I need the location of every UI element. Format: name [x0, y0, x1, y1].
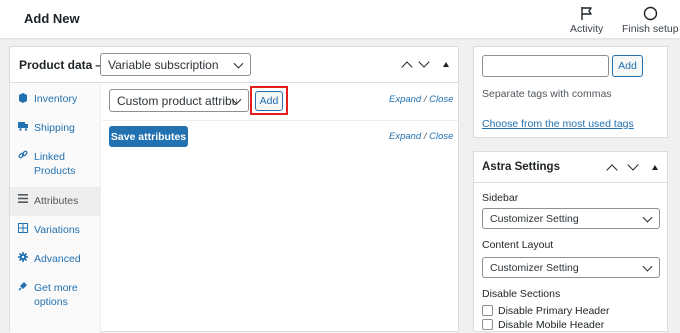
activity-label: Activity — [570, 23, 604, 35]
disable-mobile-header-checkbox[interactable] — [482, 319, 493, 330]
content-layout-select-value: Customizer Setting — [490, 261, 579, 274]
tab-label: Advanced — [34, 253, 81, 265]
tab-shipping[interactable]: Shipping — [10, 121, 101, 135]
tab-linked-products[interactable]: Linked Products — [10, 150, 101, 178]
tags-help-text: Separate tags with commas — [482, 88, 612, 100]
astra-settings-header: Astra Settings — [474, 152, 667, 183]
attribute-type-select[interactable]: Custom product attribute — [109, 89, 249, 112]
expand-close-links: Expand / Close — [389, 94, 453, 105]
plug-icon — [18, 281, 30, 295]
list-icon — [18, 194, 30, 207]
product-data-panel: Product data — Variable subscription Inv… — [9, 46, 459, 333]
tab-label: Linked Products — [34, 151, 76, 177]
sidebar-select-value: Customizer Setting — [490, 212, 579, 225]
tab-variations[interactable]: Variations — [10, 223, 101, 237]
link-separator: / — [423, 94, 427, 105]
close-link[interactable]: Close — [429, 94, 453, 105]
activity-button[interactable]: Activity — [570, 5, 603, 35]
tag-input[interactable] — [482, 55, 609, 77]
disable-mobile-header-label: Disable Mobile Header — [498, 319, 605, 331]
content-layout-select[interactable]: Customizer Setting — [482, 257, 660, 278]
product-tags-box: Add Separate tags with commas Choose fro… — [473, 46, 668, 138]
product-type-select[interactable]: Variable subscription — [100, 53, 251, 76]
chevron-down-icon — [418, 56, 430, 68]
chevron-down-icon — [233, 58, 244, 69]
gear-icon — [18, 252, 30, 266]
triangle-up-icon — [652, 165, 658, 170]
choose-most-used-tags-link[interactable]: Choose from the most used tags — [482, 118, 634, 130]
disable-primary-header-checkbox[interactable] — [482, 305, 493, 316]
content-layout-label: Content Layout — [482, 239, 554, 251]
close-link[interactable]: Close — [429, 131, 453, 142]
tab-label: Get more options — [34, 282, 78, 308]
tab-label: Attributes — [34, 195, 79, 207]
save-attributes-button[interactable]: Save attributes — [109, 126, 188, 147]
expand-link[interactable]: Expand — [389, 94, 421, 105]
move-up-button[interactable] — [401, 60, 413, 73]
flag-icon — [580, 5, 594, 21]
product-data-title: Product data — — [19, 58, 108, 72]
tab-attributes[interactable]: Attributes — [10, 187, 101, 216]
toggle-panel-button[interactable] — [652, 165, 662, 175]
move-down-button[interactable] — [418, 56, 430, 68]
chevron-down-icon — [642, 261, 653, 272]
tab-get-more-options[interactable]: Get more options — [10, 281, 101, 309]
sidebar-select[interactable]: Customizer Setting — [482, 208, 660, 229]
divider — [102, 120, 458, 121]
chevron-down-icon — [642, 212, 653, 223]
disable-sections-label: Disable Sections — [482, 288, 561, 300]
tab-inventory[interactable]: Inventory — [10, 92, 101, 107]
add-tag-button[interactable]: Add — [612, 55, 643, 77]
circle-progress-icon — [643, 5, 658, 21]
toggle-panel-button[interactable] — [443, 62, 453, 72]
tab-advanced[interactable]: Advanced — [10, 252, 101, 266]
sidebar-label: Sidebar — [482, 192, 519, 204]
disable-primary-header-label: Disable Primary Header — [498, 305, 610, 317]
expand-close-links-bottom: Expand / Close — [389, 131, 453, 142]
move-down-button[interactable] — [627, 159, 639, 171]
product-data-tabs: Inventory Shipping Linked Products Attri… — [10, 83, 101, 333]
tab-label: Variations — [34, 224, 80, 236]
grid-icon — [18, 223, 30, 237]
move-up-button[interactable] — [606, 163, 618, 176]
chevron-up-icon — [606, 164, 618, 176]
chevron-up-icon — [401, 61, 413, 73]
chevron-down-icon — [627, 159, 639, 171]
attribute-type-value: Custom product attribute — [117, 93, 237, 108]
triangle-up-icon — [443, 62, 449, 67]
page-title: Add New — [24, 11, 80, 26]
top-bar: Add New Activity Finish setup — [0, 0, 680, 38]
shipping-truck-icon — [18, 121, 30, 135]
tab-label: Inventory — [34, 93, 78, 105]
product-type-value: Variable subscription — [108, 57, 219, 72]
finish-setup-button[interactable]: Finish setup — [622, 5, 679, 35]
link-icon — [18, 150, 30, 164]
astra-settings-title: Astra Settings — [482, 161, 560, 173]
expand-link[interactable]: Expand — [389, 131, 421, 142]
finish-setup-label: Finish setup — [622, 23, 679, 35]
tab-label: Shipping — [34, 122, 75, 134]
product-data-header: Product data — Variable subscription — [10, 47, 458, 83]
astra-settings-box: Astra Settings Sidebar Customizer Settin… — [473, 151, 668, 332]
add-attribute-button[interactable]: Add — [255, 91, 283, 111]
link-separator: / — [423, 131, 427, 142]
inventory-icon — [18, 92, 30, 107]
